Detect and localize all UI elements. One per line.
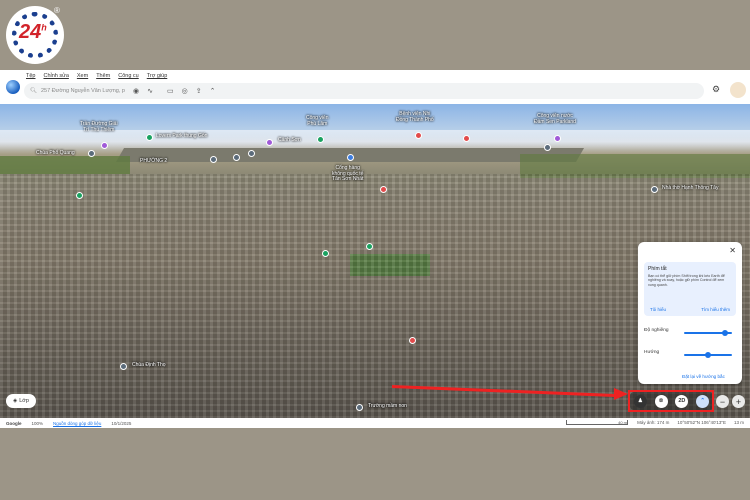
tip-body: Bạn có thể giữ phím Shift trong khi kéo … bbox=[648, 274, 725, 287]
menu-add[interactable]: Thêm bbox=[96, 73, 110, 79]
zoom-in-button[interactable]: + bbox=[732, 395, 745, 408]
map-label[interactable]: Cổng hàng không quốc tế Tân Sơn Nhất bbox=[332, 165, 363, 183]
horizon-haze bbox=[0, 130, 750, 150]
search-input[interactable]: 257 Đường Nguyễn Văn Lượng, p bbox=[41, 88, 125, 94]
menu-file[interactable]: Tệp bbox=[26, 73, 35, 79]
tilt-slider-thumb[interactable] bbox=[721, 330, 728, 336]
tilt-label: Độ nghiêng bbox=[644, 328, 669, 333]
zoom-out-button[interactable]: − bbox=[716, 395, 729, 408]
view-controls-panel: ✕ Phím tắt Bạn có thể giữ phím Shift tro… bbox=[638, 242, 742, 384]
map-pin[interactable] bbox=[76, 192, 83, 199]
map-pin[interactable] bbox=[463, 135, 470, 142]
ruler-icon[interactable]: ▭ bbox=[167, 87, 174, 95]
registered-mark: ® bbox=[54, 6, 60, 15]
map-pin[interactable] bbox=[366, 243, 373, 250]
map-label[interactable]: Nhà thờ Hạnh Thông Tây bbox=[662, 185, 718, 192]
tilt-control: Độ nghiêng bbox=[644, 328, 736, 338]
scale-bar: 40 m bbox=[566, 420, 628, 425]
avatar[interactable] bbox=[730, 82, 746, 98]
heading-control: Hướng bbox=[644, 350, 736, 360]
tip-actions: Tôi hiểu Tìm hiểu thêm bbox=[650, 307, 730, 312]
coordinates: 10°50'52"N 106°40'13"E bbox=[677, 420, 726, 425]
heading-label: Hướng bbox=[644, 350, 660, 355]
close-icon[interactable]: ✕ bbox=[729, 246, 736, 255]
google-earth-icon[interactable] bbox=[6, 80, 20, 94]
map-pin[interactable] bbox=[347, 154, 354, 161]
zoom-level: 100% bbox=[31, 420, 44, 426]
field-area bbox=[0, 156, 130, 174]
layers-icon: ◈ bbox=[13, 398, 18, 404]
map-pin[interactable] bbox=[544, 144, 551, 151]
map-pin[interactable] bbox=[210, 156, 217, 163]
map-pin[interactable] bbox=[266, 139, 273, 146]
status-bar: Google 100% Nguồn dòng góp dữ liệu 10/1/… bbox=[0, 418, 750, 428]
path-icon[interactable]: ∿ bbox=[147, 87, 153, 95]
map-pin[interactable] bbox=[322, 250, 329, 257]
map-pin[interactable] bbox=[120, 363, 127, 370]
status-right: Máy ảnh: 174 m 10°50'52"N 106°40'13"E 13… bbox=[637, 420, 744, 425]
map-label[interactable]: Lovers Park thung Gốn bbox=[156, 133, 207, 140]
map-label[interactable]: Trường mầm non bbox=[368, 403, 407, 410]
imagery-date: 10/1/2025 bbox=[111, 420, 132, 426]
map-label[interactable]: Trần Đường Giải Trí Thủ Thiêm bbox=[80, 121, 118, 133]
map-pin[interactable] bbox=[248, 150, 255, 157]
menu-view[interactable]: Xem bbox=[77, 73, 88, 79]
map-pin[interactable] bbox=[415, 132, 422, 139]
zoom-controls: − + bbox=[716, 395, 745, 408]
menu-tools[interactable]: Công cụ bbox=[118, 73, 139, 79]
map-pin[interactable] bbox=[233, 154, 240, 161]
learn-more-link[interactable]: Tìm hiểu thêm bbox=[701, 307, 730, 312]
tilt-slider[interactable] bbox=[684, 330, 732, 336]
layers-label: Lớp bbox=[19, 398, 29, 404]
map-pin[interactable] bbox=[554, 135, 561, 142]
map-pin[interactable] bbox=[356, 404, 363, 411]
chevron-up-icon[interactable]: ⌃ bbox=[210, 87, 216, 95]
ground-altitude: 13 m bbox=[733, 420, 744, 425]
map-label[interactable]: Công viên nước Đầm Sen Parkland bbox=[534, 113, 576, 125]
map-pin[interactable] bbox=[146, 134, 153, 141]
map-pin[interactable] bbox=[409, 337, 416, 344]
menu-help[interactable]: Trợ giúp bbox=[147, 73, 168, 79]
annotation-highlight-box bbox=[628, 390, 714, 412]
location-pin-icon[interactable]: ◉ bbox=[133, 87, 139, 95]
map-label[interactable]: PHƯỜNG 2 bbox=[140, 158, 167, 165]
camera-altitude: Máy ảnh: 174 m bbox=[637, 420, 670, 425]
layers-button[interactable]: ◈ Lớp bbox=[6, 394, 36, 408]
search-icon[interactable]: 🔍︎ bbox=[30, 88, 37, 94]
heading-slider[interactable] bbox=[684, 352, 732, 358]
data-sources-link[interactable]: Nguồn dòng góp dữ liệu bbox=[53, 421, 101, 426]
map-pin[interactable] bbox=[101, 142, 108, 149]
menu-bar: Tệp Chỉnh sửa Xem Thêm Công cụ Trợ giúp bbox=[0, 70, 750, 82]
reset-north-link[interactable]: Đặt lại về hướng bắc bbox=[682, 374, 725, 379]
settings-gear-icon[interactable]: ⚙ bbox=[712, 84, 720, 95]
map-pin[interactable] bbox=[317, 136, 324, 143]
map-label[interactable]: Chùa Phổ Quang bbox=[36, 150, 75, 157]
share-icon[interactable]: ⇪ bbox=[196, 87, 202, 95]
map-label[interactable]: Cảnh Sơn bbox=[278, 137, 301, 144]
menu-edit[interactable]: Chỉnh sửa bbox=[43, 73, 68, 79]
dismiss-button[interactable]: Tôi hiểu bbox=[650, 307, 666, 312]
voyager-icon[interactable]: ◎ bbox=[182, 87, 188, 95]
tip-title: Phím tắt bbox=[648, 266, 667, 272]
logo-text: 24h bbox=[19, 21, 47, 43]
map-pin[interactable] bbox=[380, 186, 387, 193]
annotation-arrow-head bbox=[614, 388, 628, 400]
map-pin[interactable] bbox=[651, 186, 658, 193]
map-label[interactable]: Công viên Phú Lâm bbox=[306, 115, 329, 127]
heading-slider-thumb[interactable] bbox=[705, 352, 711, 358]
map-pin[interactable] bbox=[88, 150, 95, 157]
search-toolbar: 🔍︎ 257 Đường Nguyễn Văn Lượng, p ◉ ∿ ▭ ◎… bbox=[24, 83, 704, 99]
shortcut-tip: Phím tắt Bạn có thể giữ phím Shift trong… bbox=[644, 262, 736, 316]
map-label[interactable]: Bệnh viện Nhi Đồng Thành Phố bbox=[396, 111, 434, 123]
google-brand: Google bbox=[6, 420, 22, 426]
map-label[interactable]: Chùa Định Thọ bbox=[132, 362, 166, 369]
